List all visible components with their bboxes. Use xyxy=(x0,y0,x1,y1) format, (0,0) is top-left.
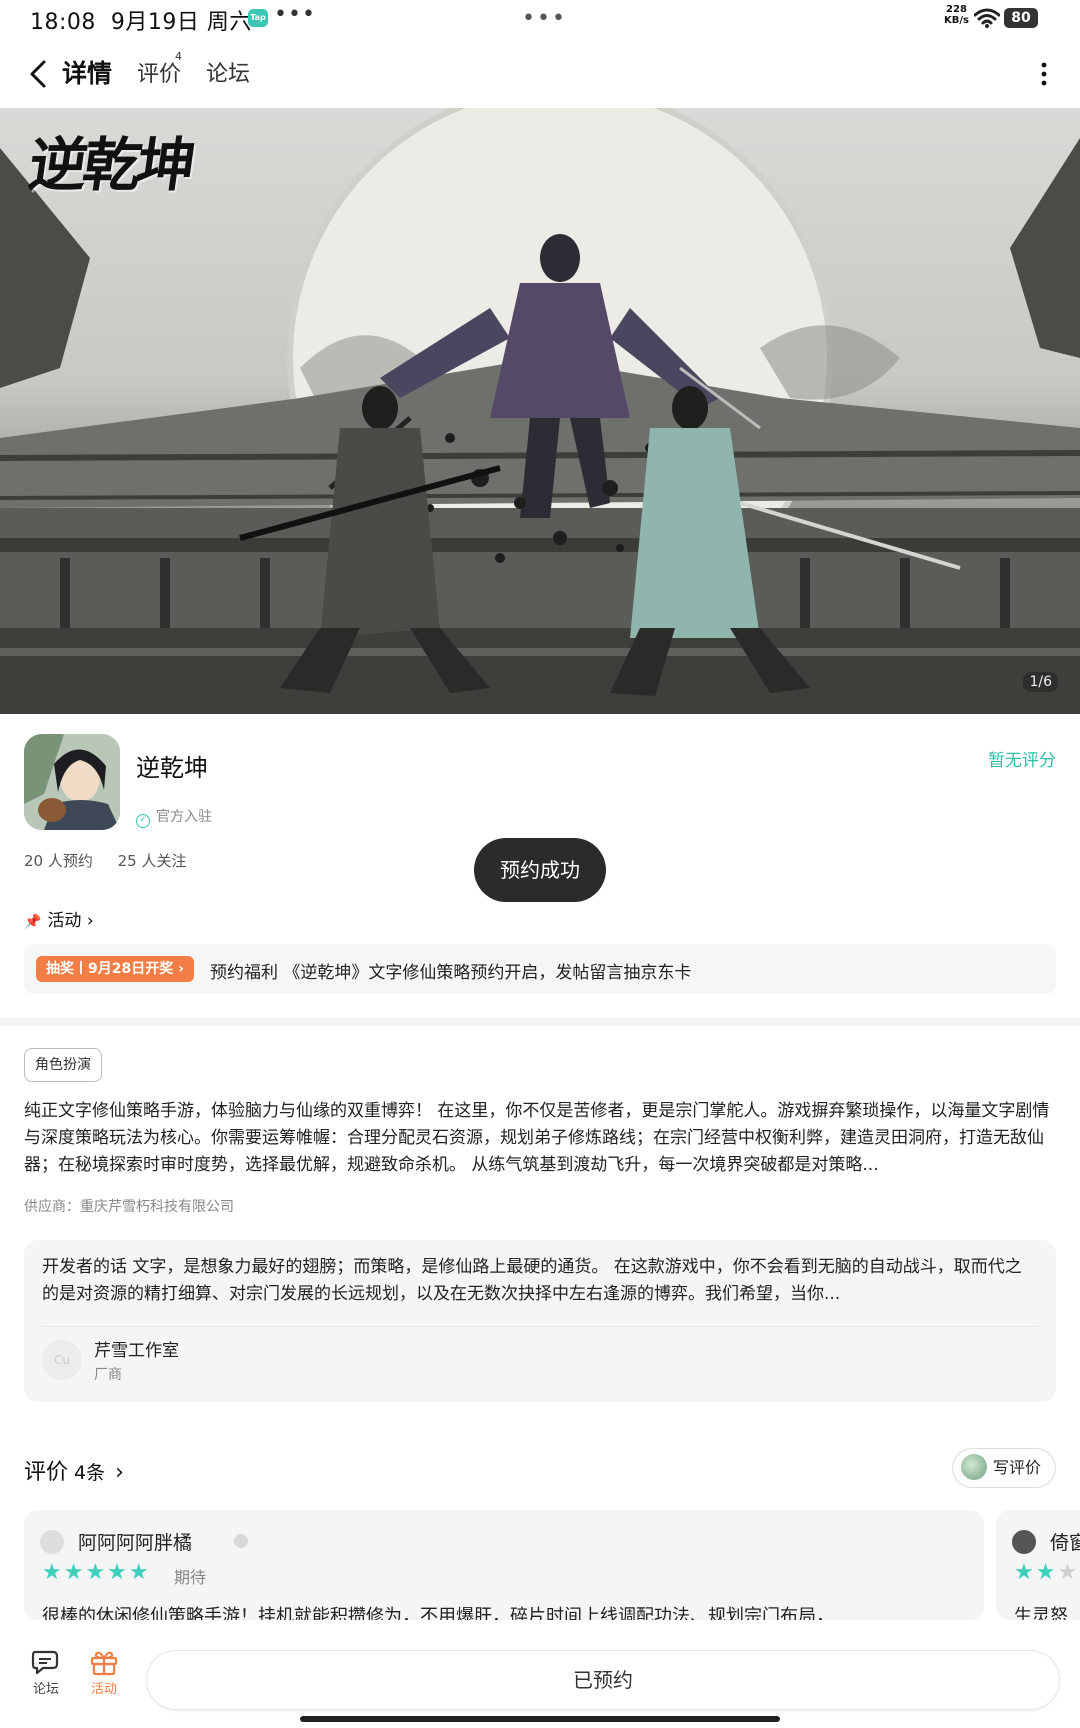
battery-indicator: 80 xyxy=(1004,8,1038,28)
divider xyxy=(42,1326,1038,1327)
gift-icon xyxy=(90,1651,118,1676)
status-more-icon: ••• xyxy=(274,2,316,27)
write-review-button[interactable]: 写评价 xyxy=(951,1448,1056,1488)
reviewer-level-badge-icon xyxy=(234,1534,248,1548)
forum-chat-icon xyxy=(31,1650,59,1675)
developer-note-card[interactable]: 开发者的话 文字，是想象力最好的翅膀；而策略，是修仙路上最硬的通货。 在这款游戏… xyxy=(24,1240,1056,1402)
review-status-label: 期待 xyxy=(174,1568,207,1587)
official-verified-badge: ✓ 官方入驻 xyxy=(136,806,212,828)
top-nav-bar: 详情 评价 4 论坛 xyxy=(0,44,1080,104)
reviewer-name[interactable]: 阿阿阿阿胖橘 xyxy=(78,1528,192,1555)
developer-note-text: 开发者的话 文字，是想象力最好的翅膀；而策略，是修仙路上最硬的通货。 在这款游戏… xyxy=(42,1257,1022,1304)
app-icon[interactable] xyxy=(24,734,120,830)
game-logo: 逆乾坤 xyxy=(24,131,197,199)
reviews-title: 评价 xyxy=(24,1460,69,1485)
star-rating: ★★★ xyxy=(1014,1560,1080,1585)
app-icon-portrait xyxy=(24,734,120,830)
tab-forum[interactable]: 论坛 xyxy=(206,56,250,88)
review-text: 很棒的休闲修仙策略手游！挂机就能积攒修为，不用爆肝，碎片时间上线调配功法、规划宗… xyxy=(42,1606,834,1620)
reviews-section-link[interactable]: 评价 4条 › xyxy=(24,1454,124,1486)
supplier-info: 供应商：重庆芹雪朽科技有限公司 xyxy=(24,1199,234,1215)
reviews-count: 4条 xyxy=(74,1462,106,1484)
check-circle-icon: ✓ xyxy=(136,814,150,828)
tap-app-icon: Tap xyxy=(248,9,268,27)
rating-status: 暂无评分 xyxy=(988,751,1056,771)
tab-details[interactable]: 详情 xyxy=(59,54,115,90)
carousel-page-indicator: 1/6 xyxy=(1023,672,1058,692)
multitask-handle-icon[interactable]: ••• xyxy=(522,6,567,31)
genre-tag[interactable]: 角色扮演 xyxy=(24,1048,102,1082)
bottom-action-bar: 论坛 活动 已预约 xyxy=(0,1620,1080,1728)
network-speed: 228 KB/s xyxy=(944,4,969,26)
back-arrow-icon[interactable] xyxy=(22,56,58,92)
review-card[interactable]: 阿阿阿阿胖橘 ★★★★★ 期待 很棒的休闲修仙策略手游！挂机就能积攒修为，不用爆… xyxy=(24,1510,984,1620)
wifi-icon xyxy=(974,8,1000,28)
activity-description: 预约福利 《逆乾坤》文字修仙策略预约开启，发帖留言抽京东卡 xyxy=(210,963,692,983)
review-card[interactable]: 倚窗 ★★★ 生灵怒 xyxy=(996,1510,1080,1620)
game-description[interactable]: 纯正文字修仙策略手游，体验脑力与仙缘的双重博弈！ 在这里，你不仅是苦修者，更是宗… xyxy=(24,1098,1060,1180)
reviewer-name[interactable]: 倚窗 xyxy=(1050,1528,1080,1555)
more-vertical-icon[interactable] xyxy=(1036,56,1052,92)
reserved-button[interactable]: 已预约 xyxy=(146,1650,1060,1710)
activity-banner[interactable]: 抽奖丨9月28日开奖 › 预约福利 《逆乾坤》文字修仙策略预约开启，发帖留言抽京… xyxy=(24,944,1056,994)
follower-count: 25 人关注 xyxy=(117,852,187,870)
chevron-right-icon: › xyxy=(115,1460,124,1485)
status-bar: 18:08 9月19日 周六 Tap ••• ••• 228 KB/s 80 xyxy=(0,0,1080,36)
developer-name[interactable]: 芹雪工作室 xyxy=(94,1336,179,1361)
app-stats: 20 人预约 25 人关注 xyxy=(24,850,187,871)
app-title: 逆乾坤 xyxy=(136,754,208,782)
section-divider xyxy=(0,1018,1080,1026)
review-text: 生灵怒 xyxy=(1014,1606,1068,1620)
home-indicator[interactable] xyxy=(300,1716,780,1722)
developer-avatar[interactable]: Cu xyxy=(42,1340,82,1380)
reservation-count: 20 人预约 xyxy=(24,852,93,870)
developer-role: 厂商 xyxy=(94,1367,122,1383)
activity-section-link[interactable]: 📌 活动 › xyxy=(24,906,94,931)
reviewer-avatar[interactable] xyxy=(40,1530,64,1554)
activity-button[interactable]: 活动 xyxy=(84,1648,124,1697)
pin-icon: 📌 xyxy=(24,914,42,930)
reviews-count-superscript: 4 xyxy=(175,50,182,63)
status-time: 18:08 9月19日 周六 xyxy=(30,10,252,35)
star-rating: ★★★★★ xyxy=(42,1560,151,1585)
chevron-right-icon: › xyxy=(86,911,94,931)
lottery-tag[interactable]: 抽奖丨9月28日开奖 › xyxy=(36,956,194,982)
screenshot-carousel[interactable]: 逆乾坤 1/6 xyxy=(0,108,1080,714)
user-avatar xyxy=(960,1454,987,1480)
reviewer-avatar[interactable] xyxy=(1012,1530,1036,1554)
forum-button[interactable]: 论坛 xyxy=(26,1648,66,1697)
reservation-success-toast: 预约成功 xyxy=(474,838,606,902)
